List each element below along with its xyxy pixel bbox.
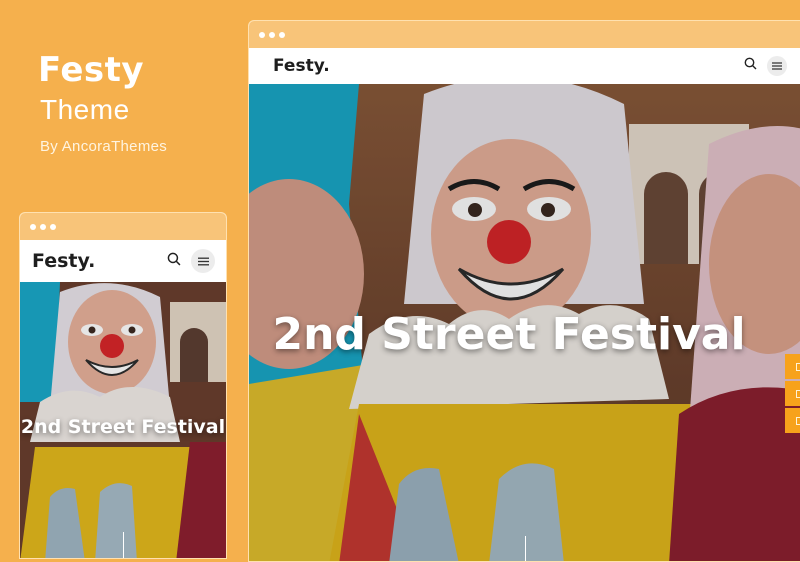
site-header: Festy.: [20, 240, 226, 282]
window-dot-icon: [279, 31, 285, 38]
side-tabs: [785, 354, 800, 435]
hero-banner: 2nd Street Festival: [20, 282, 226, 558]
promo-subtitle: Theme: [40, 94, 130, 125]
side-tab-2[interactable]: [785, 381, 800, 406]
window-controls: [249, 21, 800, 48]
scroll-indicator[interactable]: [525, 536, 526, 561]
search-icon[interactable]: [744, 57, 757, 75]
site-logo[interactable]: Festy.: [32, 250, 95, 272]
desktop-preview: Festy. 2nd Street Festival: [248, 20, 800, 562]
menu-button[interactable]: [191, 249, 215, 273]
window-dot-icon: [269, 31, 275, 38]
window-controls: [20, 213, 226, 240]
hero-banner: 2nd Street Festival: [249, 84, 800, 561]
menu-button[interactable]: [767, 56, 787, 76]
hero-title: 2nd Street Festival: [20, 416, 226, 438]
side-tab-3[interactable]: [785, 408, 800, 433]
window-dot-icon: [259, 31, 265, 38]
window-dot-icon: [30, 223, 36, 230]
window-dot-icon: [50, 223, 56, 230]
search-icon[interactable]: [167, 252, 181, 271]
mobile-preview: Festy. 2nd Street Festival: [19, 212, 227, 559]
promo-title: Festy: [38, 50, 145, 90]
site-logo[interactable]: Festy.: [273, 56, 330, 76]
hero-title: 2nd Street Festival: [272, 309, 746, 360]
menu-icon: [772, 62, 782, 70]
site-header: Festy.: [249, 48, 800, 84]
side-tab-1[interactable]: [785, 354, 800, 379]
window-dot-icon: [40, 223, 46, 230]
menu-icon: [197, 257, 209, 265]
promo-author: By AncoraThemes: [40, 138, 168, 155]
scroll-indicator[interactable]: [123, 532, 124, 558]
